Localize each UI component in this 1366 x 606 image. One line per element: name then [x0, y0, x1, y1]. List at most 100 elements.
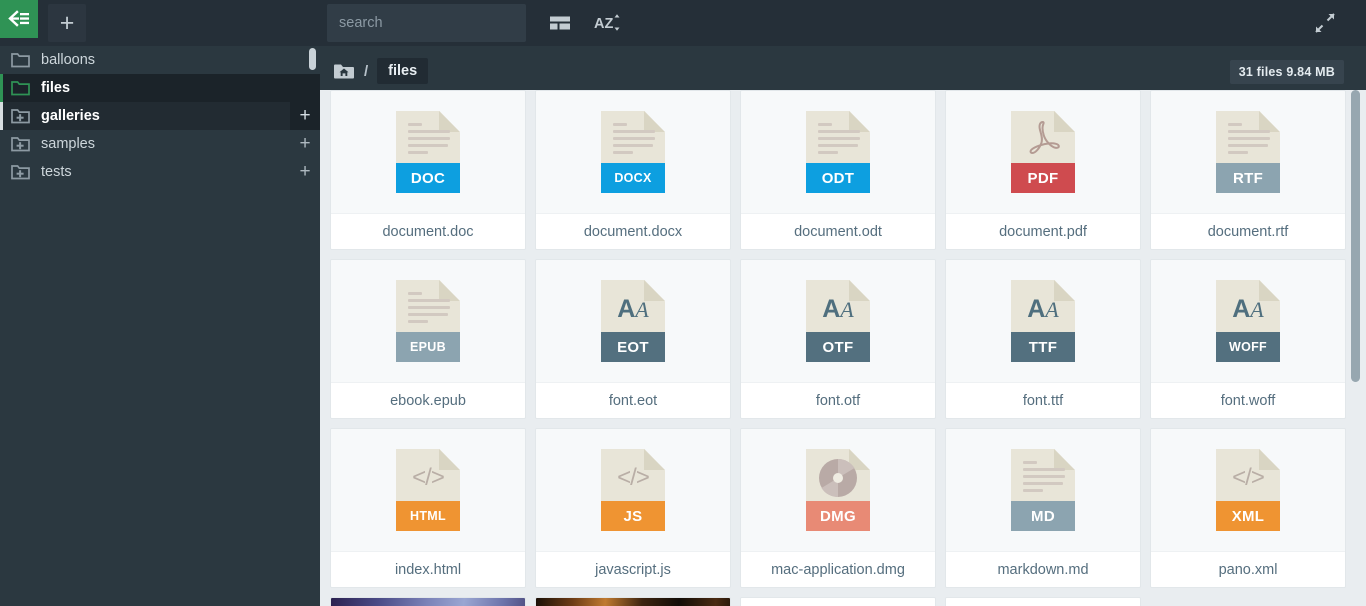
content-scrollbar-thumb[interactable] [1351, 90, 1360, 382]
sidebar-item-label: balloons [41, 52, 95, 68]
breadcrumb-current[interactable]: files [377, 58, 428, 84]
file-tile[interactable]: </>JS javascript.js [535, 428, 731, 588]
file-type-icon-xml: </>XML [1216, 449, 1280, 531]
file-thumbnail: ODT [741, 91, 935, 213]
file-tile[interactable]: </>HTMLindex.html [330, 428, 526, 588]
file-type-icon-woff: AAWOFF [1216, 280, 1280, 362]
sidebar-item-label: tests [41, 164, 72, 180]
breadcrumb-home-button[interactable] [332, 62, 355, 81]
icon-motif [806, 455, 870, 501]
file-grid: DOCdocument.docDOCXdocument.docxODTdocum… [330, 90, 1356, 606]
sidebar-add-folder-button[interactable]: + [290, 130, 320, 158]
disc-icon [815, 455, 861, 501]
file-tile[interactable]: RTFdocument.rtf [1150, 90, 1346, 250]
file-type-icon-js: </>JS [601, 449, 665, 531]
file-name-label: document.pdf [946, 213, 1140, 249]
code-brackets-icon: </> [412, 464, 444, 492]
file-tile[interactable] [945, 597, 1141, 606]
file-ext-label: EPUB [396, 332, 460, 362]
file-ext-label: DOCX [601, 163, 665, 193]
file-tile[interactable]: MDmarkdown.md [945, 428, 1141, 588]
file-thumbnail: AAEOT [536, 260, 730, 382]
file-thumbnail: AATTF [946, 260, 1140, 382]
file-thumbnail: </>JS [536, 429, 730, 551]
sidebar-item-label: files [41, 80, 70, 96]
sort-button[interactable]: AZ [588, 4, 626, 42]
folder-plus-icon [11, 164, 30, 180]
file-thumbnail: RTF [1151, 91, 1345, 213]
search-input[interactable] [327, 4, 526, 42]
file-thumbnail: AAWOFF [1151, 260, 1345, 382]
text-lines-motif [816, 123, 860, 158]
file-ext-label: RTF [1216, 163, 1280, 193]
file-name-label: font.woff [1151, 382, 1345, 418]
sidebar-item-files[interactable]: files [0, 74, 320, 102]
status-badge: 31 files 9.84 MB [1230, 60, 1344, 84]
sidebar-list: balloons files galleries+ samples + tests + [0, 46, 320, 186]
text-lines-motif [611, 123, 655, 158]
file-tile[interactable] [740, 597, 936, 606]
icon-motif [396, 117, 460, 163]
home-folder-icon [333, 62, 355, 80]
file-ext-label: PDF [1011, 163, 1075, 193]
folder-plus-icon [11, 108, 30, 124]
file-type-icon-otf: AAOTF [806, 280, 870, 362]
file-ext-label: MD [1011, 501, 1075, 531]
file-tile[interactable]: AAOTFfont.otf [740, 259, 936, 419]
file-ext-label: ODT [806, 163, 870, 193]
sidebar: balloons files galleries+ samples + tests + [0, 46, 320, 606]
file-type-icon-dmg: DMG [806, 449, 870, 531]
sidebar-item-balloons[interactable]: balloons [0, 46, 320, 74]
file-tile[interactable]: EPUBebook.epub [330, 259, 526, 419]
folder-green-icon [11, 80, 30, 96]
file-thumbnail: MD [946, 429, 1140, 551]
file-tile[interactable]: AAEOTfont.eot [535, 259, 731, 419]
file-tile[interactable] [330, 597, 526, 606]
file-tile[interactable]: PDF document.pdf [945, 90, 1141, 250]
fullscreen-button[interactable] [1306, 4, 1344, 42]
file-name-label: javascript.js [536, 551, 730, 587]
file-tile[interactable] [535, 597, 731, 606]
sidebar-item-tests[interactable]: tests + [0, 158, 320, 186]
file-thumbnail: DMG [741, 429, 935, 551]
file-ext-label: DMG [806, 501, 870, 531]
icon-motif [1216, 117, 1280, 163]
file-tile[interactable]: DMG mac-application.dmg [740, 428, 936, 588]
sidebar-item-samples[interactable]: samples + [0, 130, 320, 158]
view-mode-button[interactable] [541, 4, 579, 42]
file-type-icon-doc: DOC [396, 111, 460, 193]
file-tile[interactable]: </>XMLpano.xml [1150, 428, 1346, 588]
file-tile[interactable]: AAWOFF font.woff [1150, 259, 1346, 419]
sidebar-item-galleries[interactable]: galleries+ [0, 102, 320, 130]
file-ext-label: XML [1216, 501, 1280, 531]
svg-text:AZ: AZ [594, 16, 613, 32]
folder-plus-icon [11, 108, 30, 124]
file-tile[interactable]: DOCXdocument.docx [535, 90, 731, 250]
file-tile[interactable]: DOCdocument.doc [330, 90, 526, 250]
back-button[interactable] [0, 0, 38, 38]
add-button[interactable]: + [48, 4, 86, 42]
sidebar-add-folder-button[interactable]: + [290, 158, 320, 186]
font-glyph-icon: AA [617, 297, 649, 322]
folder-plus-icon [11, 164, 30, 180]
file-name-label: mac-application.dmg [741, 551, 935, 587]
icon-motif [396, 286, 460, 332]
file-ext-label: DOC [396, 163, 460, 193]
file-name-label: index.html [331, 551, 525, 587]
sidebar-item-label: samples [41, 136, 95, 152]
file-thumbnail: PDF [946, 91, 1140, 213]
folder-green-icon [11, 80, 30, 96]
expand-arrows-icon [1313, 11, 1337, 35]
file-tile[interactable]: ODTdocument.odt [740, 90, 936, 250]
top-toolbar: + AZ [0, 0, 1366, 46]
file-type-icon-ttf: AATTF [1011, 280, 1075, 362]
plus-icon: + [60, 11, 75, 36]
pdf-swirl-icon [1022, 118, 1064, 162]
folder-icon [11, 52, 30, 68]
file-tile[interactable]: AATTFfont.ttf [945, 259, 1141, 419]
font-glyph-icon: AA [1232, 297, 1264, 322]
file-type-icon-eot: AAEOT [601, 280, 665, 362]
file-thumbnail: </>XML [1151, 429, 1345, 551]
sidebar-add-folder-button[interactable]: + [290, 102, 320, 130]
icon-motif: AA [806, 286, 870, 332]
